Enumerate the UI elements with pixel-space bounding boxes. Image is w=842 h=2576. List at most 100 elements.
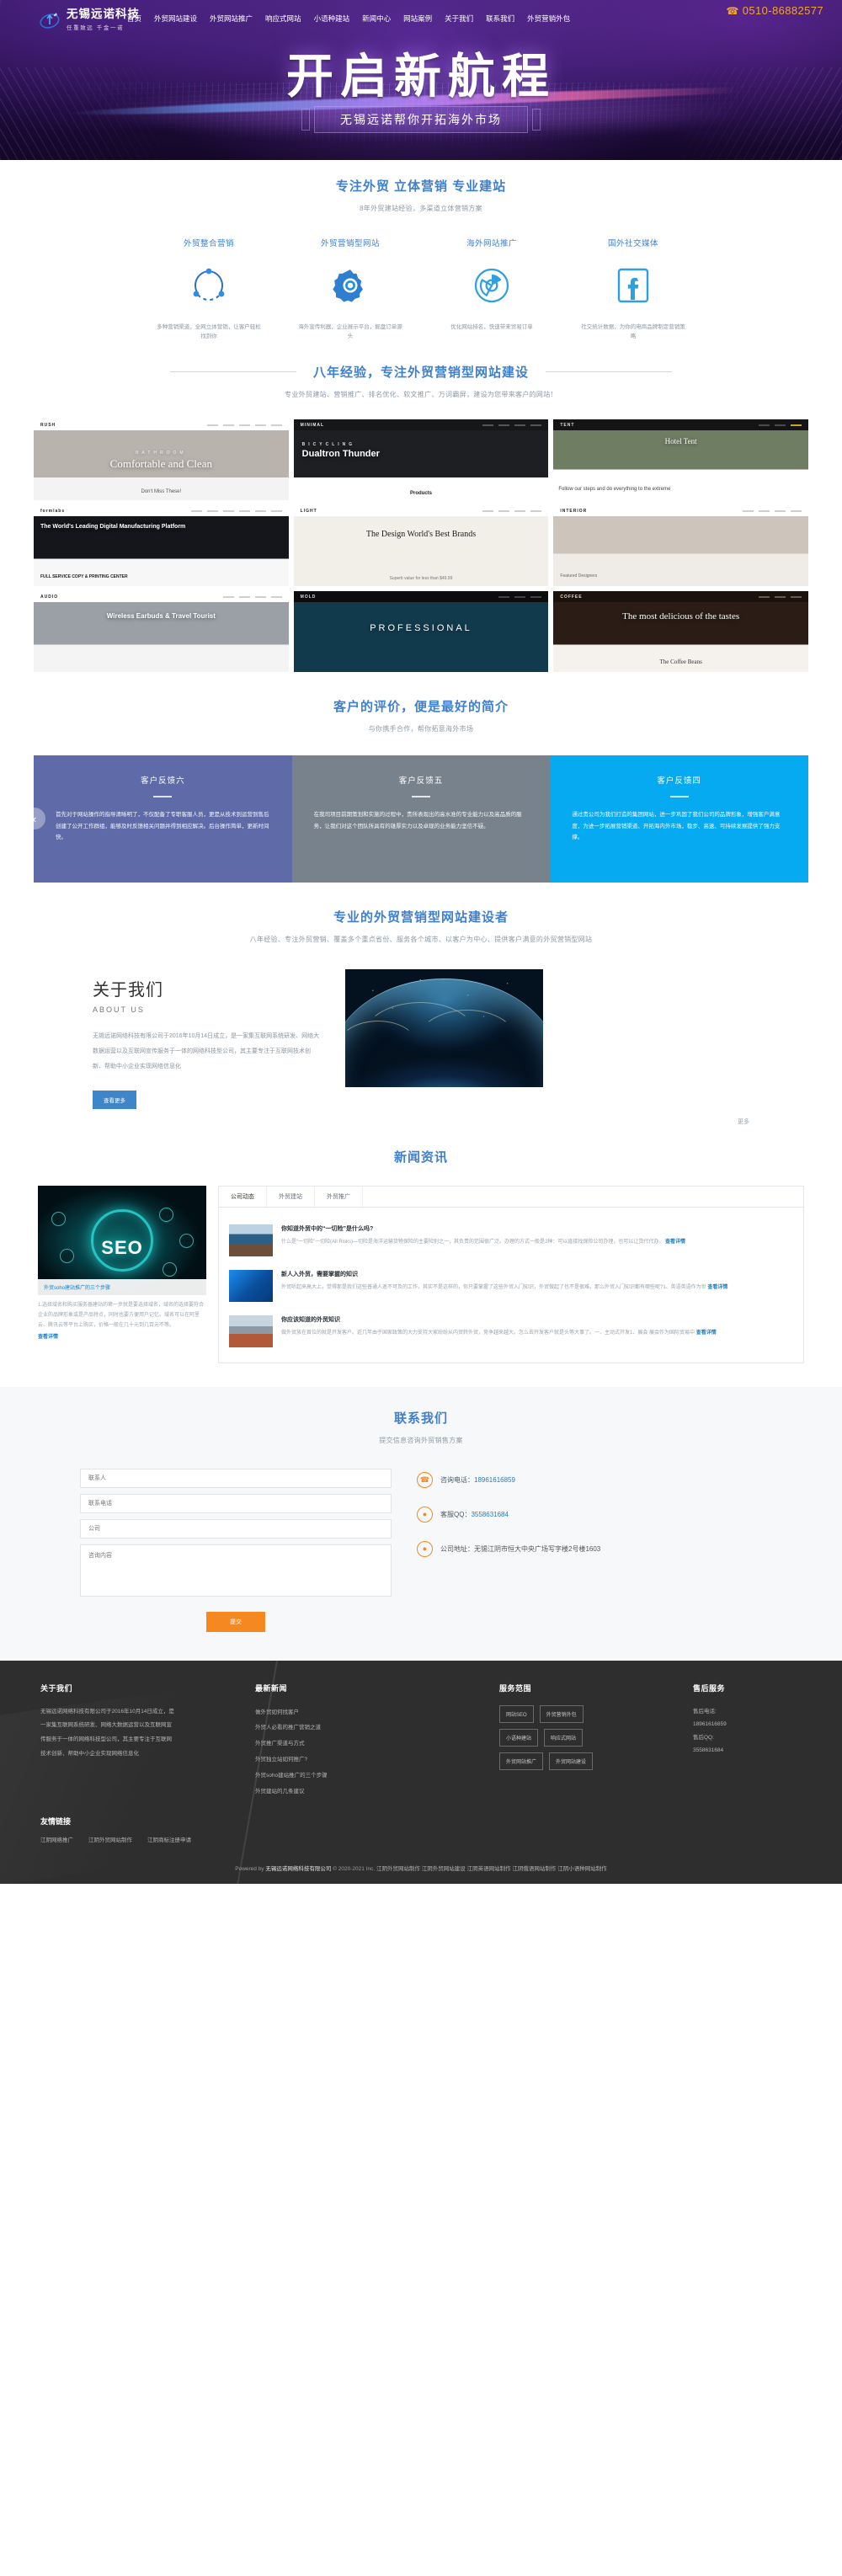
testimonial-name: 客户反馈五 <box>398 776 444 787</box>
footer-news-item[interactable]: 外贸独立站如何推广? <box>255 1752 499 1768</box>
case-mini-nav <box>190 509 282 512</box>
case-card[interactable]: RUSH BATHROOM Comfortable and Clean Don'… <box>34 419 289 501</box>
service-name: 海外网站推广 <box>466 239 517 248</box>
chevron-left-icon[interactable]: ‹ <box>24 808 45 830</box>
nav-item-home[interactable]: 首页 <box>125 12 144 25</box>
nav-item-about[interactable]: 关于我们 <box>442 12 476 25</box>
services-subtitle: 8年外贸建站经验，多渠道立体营销方案 <box>360 205 482 212</box>
header-phone[interactable]: ☎ 0510-86882577 <box>726 4 823 17</box>
footer-news-item[interactable]: 做外贸如何找客户 <box>255 1705 499 1721</box>
page-root: ☎ 0510-86882577 无锡远诺科技 任重致远 千金一诺 首页 外贸网站… <box>0 0 842 1884</box>
news-tab-company[interactable]: 公司动态 <box>219 1186 267 1207</box>
news-node-icon <box>163 1261 177 1277</box>
copyright-link[interactable]: 江阴英语网站制作 <box>467 1866 511 1872</box>
service-card-social-media[interactable]: 国外社交媒体 社交统计数据，为你的电商品牌制定营销策略 <box>562 237 704 341</box>
news-feature-image: SEO 外贸soho建站推广的三个步骤 <box>38 1185 206 1295</box>
nav-item-contact[interactable]: 联系我们 <box>483 12 517 25</box>
nav-item-multilingual[interactable]: 小语种建站 <box>312 12 353 25</box>
about-more-link[interactable]: 更多 <box>0 1109 842 1126</box>
main-navigation[interactable]: 首页 外贸网站建设 外贸网站推广 响应式网站 小语种建站 新闻中心 网站案例 关… <box>125 12 573 25</box>
case-card[interactable]: formlabs The World's Leading Digital Man… <box>34 505 289 587</box>
news-panel: 公司动态 外贸建站 外贸推广 你知道外贸中的“一切险”是什么吗? 什么是“一切险… <box>218 1185 804 1363</box>
nav-item-website-build[interactable]: 外贸网站建设 <box>152 12 200 25</box>
copyright-link[interactable]: 江阴外贸网站建设 <box>422 1866 466 1872</box>
testimonials-subtitle: 与你携手合作，帮你拓意海外市场 <box>368 725 474 733</box>
case-headline: Wireless Earbuds & Travel Tourist <box>106 612 216 621</box>
footer-service-tag[interactable]: 外贸营销外包 <box>539 1704 584 1723</box>
copyright-link[interactable]: 江阴外贸网站制作 <box>376 1866 420 1872</box>
contact-phone-text: 咨询电话：18961616859 <box>440 1475 515 1485</box>
news-list-item[interactable]: 你应该知道的外贸知识 做外贸放在首位的就是开发客户。近几年由于国家政策的大力支持… <box>229 1309 793 1354</box>
copyright-link[interactable]: 江阴俄语网站制作 <box>512 1866 556 1872</box>
case-headline: The most delicious of the tastes <box>622 611 740 622</box>
case-footer: Superb value for less than $49.99 <box>389 576 453 582</box>
case-headline-block: PROFESSIONAL <box>294 623 549 633</box>
news-item-title: 新人入外贸，需要掌握的知识 <box>281 1271 358 1277</box>
cases-subtitle: 专业外贸建站、营销推广、排名优化、软文推广、万词霸屏，建设为您带来客户的网站！ <box>285 391 557 399</box>
case-logo: AUDIO <box>40 594 59 600</box>
nav-item-outsourcing[interactable]: 外贸营销外包 <box>525 12 573 25</box>
service-card-marketing-website[interactable]: 外贸营销型网站 海外宣传利器，企业展示平台，掘盘订单源头 <box>280 237 421 341</box>
news-feature-more[interactable]: 查看详情 <box>38 1331 206 1340</box>
about-section-subtitle: 八年经验、专注外贸营销、覆盖多个重点省份、服务各个城市、以客户为中心、提供客户满… <box>249 936 593 944</box>
news-tab-promo[interactable]: 外贸推广 <box>315 1186 363 1207</box>
news-item-link[interactable]: 查看详情 <box>665 1240 685 1245</box>
case-card[interactable]: INTERIOR Featured Designers <box>553 505 808 587</box>
contact-phone-field[interactable] <box>80 1493 392 1513</box>
contact-address-text: 公司地址：无锡江阴市恒大中央广场写字楼2号楼1603 <box>440 1544 600 1554</box>
news-tabs[interactable]: 公司动态 外贸建站 外贸推广 <box>219 1186 803 1208</box>
case-mini-nav <box>206 424 282 426</box>
about-more-button[interactable]: 查看更多 <box>93 1090 136 1109</box>
contact-phone-value: 18961616859 <box>474 1475 515 1484</box>
service-desc: 多种营销渠道，全网立体营销，让客户轻松找到你 <box>157 324 261 340</box>
footer-service-tag[interactable]: 小语种建站 <box>499 1728 539 1747</box>
footer-news-item[interactable]: 外贸soho建站推广的三个步骤 <box>255 1768 499 1784</box>
nav-item-news[interactable]: 新闻中心 <box>360 12 393 25</box>
contact-name-field[interactable] <box>80 1468 392 1488</box>
service-name: 外贸整合营销 <box>183 239 234 248</box>
network-circle-icon <box>138 260 280 311</box>
case-mini-topbar: MINIMAL <box>293 419 549 431</box>
footer-service-tag[interactable]: 外贸网站推广 <box>499 1752 544 1770</box>
footer-service-tag[interactable]: 响应式网站 <box>544 1728 584 1747</box>
news-item-title: 你应该知道的外贸知识 <box>281 1316 340 1323</box>
footer-service-tag[interactable]: 外贸网站建设 <box>549 1752 594 1770</box>
contact-submit-button[interactable]: 提交 <box>206 1611 265 1632</box>
copyright-link[interactable]: 江阴小语种网站制作 <box>557 1866 607 1872</box>
nav-item-cases[interactable]: 网站案例 <box>401 12 434 25</box>
service-card-integrated-marketing[interactable]: 外贸整合营销 多种营销渠道，全网立体营销，让客户轻松找到你 <box>138 237 280 341</box>
news-item-link[interactable]: 查看详情 <box>696 1331 717 1336</box>
case-card[interactable]: AUDIO Wireless Earbuds & Travel Tourist <box>34 591 289 673</box>
footer-columns: 关于我们 无锡远诺网络科技有限公司于2016年10月14日成立，是一家集互联网系… <box>0 1683 842 1800</box>
testimonial-name: 客户反馈四 <box>657 776 701 787</box>
contact-message-field[interactable] <box>80 1544 392 1597</box>
case-eyebrow: BATHROOM <box>136 450 187 456</box>
footer-friendly-link[interactable]: 江阴网络推广 <box>40 1835 73 1843</box>
news-section: 新闻资讯 SEO 外贸soho建站推广的三个步骤 1.选择域名和购买服务器建站的… <box>0 1126 842 1363</box>
service-card-overseas-promotion[interactable]: 海外网站推广 优化网站排名，快速带来贸易订单 <box>421 237 562 341</box>
case-card[interactable]: COFFEE The most delicious of the tastes … <box>553 591 808 673</box>
title-rule-left <box>169 371 296 373</box>
news-list-item[interactable]: 新人入外贸，需要掌握的知识 外贸听起来高大上，觉得那是我们这些普通人遥不可及的工… <box>229 1263 793 1309</box>
news-tab-build[interactable]: 外贸建站 <box>267 1186 315 1207</box>
case-mini-nav <box>758 424 802 426</box>
case-card[interactable]: MOLD PROFESSIONAL <box>293 591 549 673</box>
case-card[interactable]: LIGHT The Design World's Best Brands Sup… <box>293 505 549 587</box>
footer-news-item[interactable]: 外贸推广渠道与方式 <box>255 1736 499 1752</box>
footer-news-item[interactable]: 外贸建站的几条建议 <box>255 1784 499 1800</box>
nav-item-website-promo[interactable]: 外贸网站推广 <box>207 12 255 25</box>
footer-friendly-link[interactable]: 江阴商标注册申请 <box>147 1835 191 1843</box>
news-item-link[interactable]: 查看详情 <box>707 1285 727 1290</box>
footer-service-tag[interactable]: 网站SEO <box>499 1704 534 1723</box>
case-mini-topbar: LIGHT <box>293 505 549 517</box>
case-card[interactable]: MINIMAL BICYCLING Dualtron Thunder Produ… <box>293 419 549 501</box>
nav-item-responsive[interactable]: 响应式网站 <box>263 12 304 25</box>
footer-friendly-link[interactable]: 江阴外贸网站制作 <box>88 1835 132 1843</box>
contact-company-field[interactable] <box>80 1518 392 1539</box>
footer-news-col: 最新新闻 做外贸如何找客户 外贸人必看的推广营销之道 外贸推广渠道与方式 外贸独… <box>255 1683 499 1800</box>
news-feature[interactable]: SEO 外贸soho建站推广的三个步骤 1.选择域名和购买服务器建站的第一步就是… <box>38 1185 206 1340</box>
case-footer: Featured Designers <box>560 573 598 579</box>
footer-news-item[interactable]: 外贸人必看的推广营销之道 <box>255 1720 499 1736</box>
case-card[interactable]: TENT Hotel Tent Follow our steps and do … <box>553 419 808 501</box>
news-list-item[interactable]: 你知道外贸中的“一切险”是什么吗? 什么是“一切险”一切险(All Risks)… <box>229 1218 793 1263</box>
